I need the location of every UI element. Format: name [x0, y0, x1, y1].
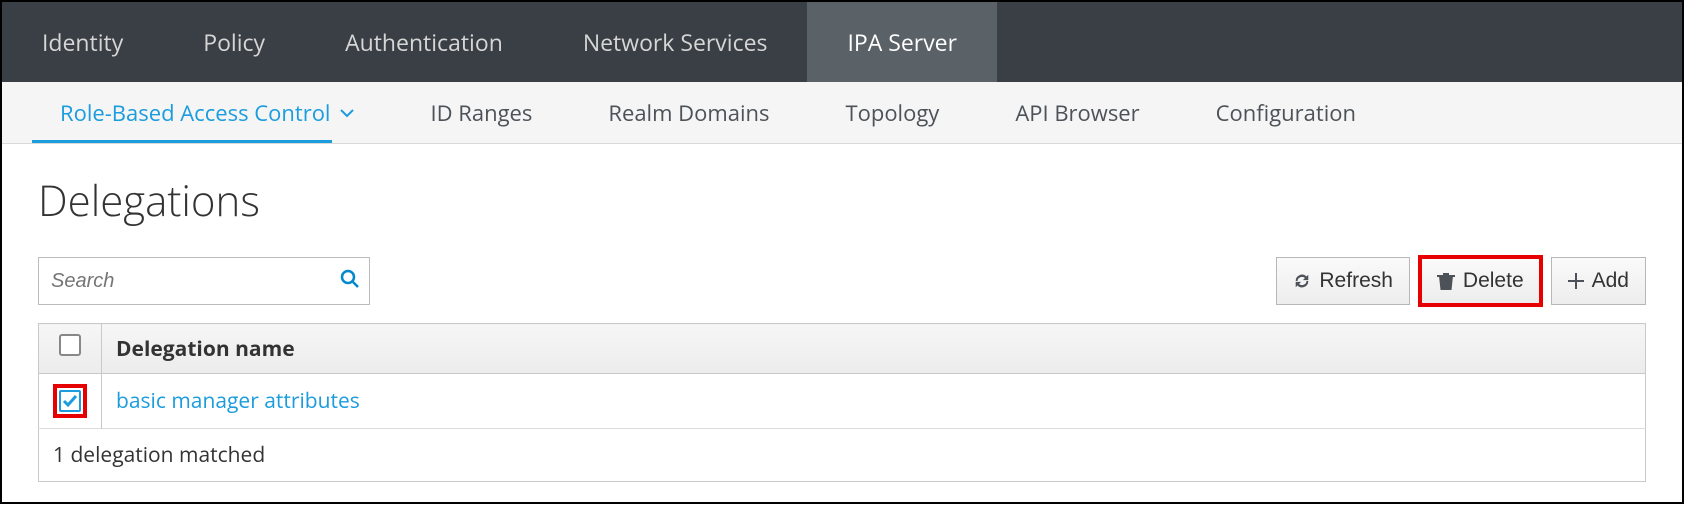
- table-row: basic manager attributes: [39, 374, 1646, 429]
- nav-identity[interactable]: Identity: [2, 2, 163, 82]
- trash-icon: [1437, 271, 1455, 291]
- nav-policy[interactable]: Policy: [163, 2, 305, 82]
- refresh-button[interactable]: Refresh: [1276, 257, 1410, 305]
- add-button[interactable]: Add: [1551, 257, 1646, 305]
- subnav-rbac[interactable]: Role-Based Access Control: [22, 82, 392, 143]
- chevron-down-icon: [340, 108, 354, 118]
- table-footer-status: 1 delegation matched: [39, 429, 1646, 482]
- checkbox-unchecked-icon: [59, 334, 81, 356]
- toolbar: Refresh Delete Add: [38, 257, 1646, 305]
- plus-icon: [1568, 273, 1584, 289]
- delegation-link[interactable]: basic manager attributes: [116, 387, 360, 415]
- subnav-realm-domains[interactable]: Realm Domains: [570, 82, 807, 143]
- column-delegation-name[interactable]: Delegation name: [102, 324, 1646, 374]
- delete-button[interactable]: Delete: [1420, 257, 1541, 305]
- subnav-rbac-label: Role-Based Access Control: [60, 98, 330, 128]
- action-buttons: Refresh Delete Add: [1276, 257, 1646, 305]
- nav-authentication[interactable]: Authentication: [305, 2, 543, 82]
- refresh-icon: [1293, 272, 1311, 290]
- page-title: Delegations: [38, 172, 1646, 229]
- nav-ipa-server[interactable]: IPA Server: [807, 2, 997, 82]
- search-input[interactable]: [39, 258, 331, 304]
- main-content: Delegations Refresh Delete: [2, 144, 1682, 502]
- refresh-button-label: Refresh: [1319, 269, 1393, 293]
- row-checkbox[interactable]: [53, 384, 87, 418]
- checkbox-checked-icon: [59, 390, 81, 412]
- add-button-label: Add: [1592, 269, 1629, 293]
- nav-network-services[interactable]: Network Services: [543, 2, 808, 82]
- primary-nav: Identity Policy Authentication Network S…: [2, 2, 1682, 82]
- search-icon: [340, 268, 360, 295]
- search-box: [38, 257, 370, 305]
- subnav-topology[interactable]: Topology: [808, 82, 978, 143]
- delegations-table: Delegation name basic manager attributes: [38, 323, 1646, 482]
- subnav-configuration[interactable]: Configuration: [1178, 82, 1394, 143]
- secondary-nav: Role-Based Access Control ID Ranges Real…: [2, 82, 1682, 144]
- subnav-api-browser[interactable]: API Browser: [977, 82, 1177, 143]
- select-all-header[interactable]: [39, 324, 102, 374]
- search-button[interactable]: [331, 258, 369, 304]
- delete-button-label: Delete: [1463, 269, 1524, 293]
- subnav-id-ranges[interactable]: ID Ranges: [392, 82, 570, 143]
